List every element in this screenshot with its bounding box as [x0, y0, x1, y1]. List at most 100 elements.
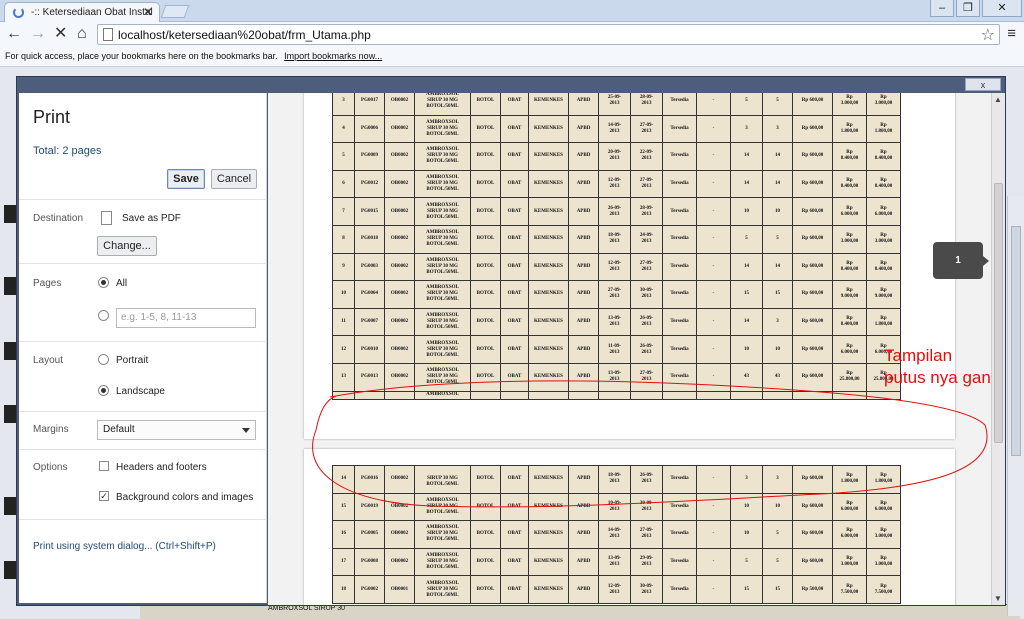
pages-range-input[interactable]: e.g. 1-5, 8, 11-13 — [116, 308, 256, 328]
portrait-radio[interactable] — [98, 354, 109, 365]
save-button[interactable]: Save — [167, 169, 205, 189]
cancel-button[interactable]: Cancel — [211, 169, 257, 189]
headers-footers-checkbox[interactable] — [99, 461, 109, 471]
page-number-badge: 1 — [933, 242, 989, 279]
cell-dana: APBD — [568, 520, 599, 549]
home-button[interactable]: ⌂ — [77, 24, 87, 44]
minimize-button[interactable]: – — [930, 0, 954, 17]
cell-tgl2: 27-09- 2013 — [630, 169, 663, 199]
import-bookmarks-link[interactable]: Import bookmarks now... — [284, 51, 382, 61]
loading-spinner-icon — [13, 7, 24, 18]
menu-icon[interactable]: ≡ — [1007, 25, 1016, 42]
cell-q2: 5 — [762, 520, 793, 549]
cell-no: 5 — [332, 142, 355, 171]
change-destination-button[interactable]: Change... — [97, 236, 157, 256]
pages-all-radio[interactable] — [98, 277, 109, 288]
cell-id: PG0009 — [354, 142, 385, 171]
cell-dana: APBD — [568, 224, 599, 254]
cell-status: Tersedia — [662, 252, 697, 282]
cell-q1: 14 — [730, 169, 763, 199]
system-dialog-link[interactable]: Print using system dialog... (Ctrl+Shift… — [33, 541, 216, 552]
cell-tot1: Rp 6.000,00 — [832, 520, 867, 549]
cell-tot2: Rp 8.400,00 — [866, 169, 901, 199]
cell-dana: APBD — [568, 252, 599, 282]
cell-q1: 14 — [730, 307, 763, 337]
margins-value: Default — [103, 424, 135, 435]
cut-row-label: AMBROXSOL — [414, 390, 471, 400]
preview-scrollbar-thumb[interactable] — [994, 183, 1003, 443]
background-table-strip: AMBROXSOL SIRUP 30 — [140, 604, 1020, 619]
cell-status: Tersedia — [662, 169, 697, 199]
cell-no: 14 — [332, 465, 355, 494]
cell-dana: APBD — [568, 492, 599, 522]
cell-harga: Rp 600,00 — [792, 362, 833, 392]
new-tab-button[interactable] — [160, 5, 190, 18]
margins-select[interactable]: Default — [97, 420, 256, 440]
cell-nama: AMBROXSOL SIRUP 30 MG BOTOL/50ML — [414, 93, 471, 116]
cell-dana: APBD — [568, 335, 599, 364]
cell-harga: Rp 600,00 — [792, 93, 833, 116]
cell-nama: AMBROXSOL SIRUP 30 MG BOTOL/50ML — [414, 307, 471, 337]
cell-q1: 3 — [730, 465, 763, 494]
table-row-cut: AMBROXSOL — [332, 390, 901, 400]
bookmark-star-icon[interactable]: ☆ — [981, 25, 995, 45]
address-bar[interactable]: localhost/ketersediaan%20obat/frm_Utama.… — [97, 24, 1000, 45]
pages-label: Pages — [33, 278, 62, 289]
cell-jenis: OBAT — [500, 307, 529, 337]
cell-ket: - — [696, 492, 731, 522]
cell-sat: BOTOL — [470, 114, 501, 144]
table-row: 3 PG0017 OB0002 AMBROXSOL SIRUP 30 MG BOTOL/5… — [332, 93, 901, 116]
stop-button[interactable]: ✕ — [54, 24, 67, 44]
preview-page-1: 3 PG0017 OB0002 AMBROXSOL SIRUP 30 MG BOTOL/5… — [304, 93, 955, 439]
cell-sat: BOTOL — [470, 362, 501, 392]
back-button[interactable]: ← — [6, 24, 22, 44]
cell-q1: 3 — [730, 114, 763, 144]
cell-tgl1: 12-09- 2013 — [598, 169, 631, 199]
cell-jenis: OBAT — [500, 280, 529, 309]
cell-kode: OB0002 — [384, 197, 415, 226]
preview-table-page-2: 14 PG0016 OB0002 SIRUP 30 MG BOTOL/50ML BOTOL… — [332, 465, 901, 604]
dialog-close-button[interactable]: x — [965, 78, 1001, 91]
cell-nama: AMBROXSOL SIRUP 30 MG BOTOL/50ML — [414, 362, 471, 392]
total-pages: Total: 2 pages — [33, 145, 102, 157]
cell-sumber: KEMENKES — [528, 465, 569, 494]
cell-q2: 10 — [762, 335, 793, 364]
forward-button[interactable]: → — [30, 24, 46, 44]
cell-tot2: Rp 3.000,00 — [866, 93, 901, 116]
cell-tgl2: 26-09- 2013 — [630, 465, 663, 494]
page-scrollbar-thumb[interactable] — [1011, 226, 1021, 456]
cell-dana: APBD — [568, 575, 599, 604]
browser-tab[interactable]: -:: Ketersediaan Obat Instal ✕ — [4, 2, 160, 22]
cell-harga: Rp 600,00 — [792, 335, 833, 364]
page-scrollbar[interactable] — [1007, 196, 1024, 616]
cell-jenis: OBAT — [500, 252, 529, 282]
close-window-button[interactable]: ✕ — [982, 0, 1022, 17]
cell-dana: APBD — [568, 465, 599, 494]
cell-sat: BOTOL — [470, 224, 501, 254]
cell-tgl2: 30-09- 2013 — [630, 280, 663, 309]
pages-custom-radio[interactable] — [98, 310, 109, 321]
cell-sat: BOTOL — [470, 280, 501, 309]
cell-tot1: Rp 8.400,00 — [832, 252, 867, 282]
background-label: Background colors and images — [116, 492, 254, 503]
cell-tgl1: 27-09- 2013 — [598, 280, 631, 309]
cell-tgl2: 27-09- 2013 — [630, 252, 663, 282]
cell-sat: BOTOL — [470, 492, 501, 522]
tab-close-icon[interactable]: ✕ — [143, 5, 153, 19]
maximize-button[interactable]: ❐ — [956, 0, 980, 17]
cell-kode: OB0002 — [384, 93, 415, 116]
cell-q2: 3 — [762, 307, 793, 337]
cell-sat: BOTOL — [470, 575, 501, 604]
cell-q1: 14 — [730, 252, 763, 282]
cell-jenis: OBAT — [500, 169, 529, 199]
cell-dana: APBD — [568, 142, 599, 171]
cell-id: PG0004 — [354, 280, 385, 309]
cell-dana: APBD — [568, 362, 599, 392]
background-checkbox[interactable]: ✓ — [99, 491, 109, 501]
cell-nama: AMBROXSOL SIRUP 30 MG BOTOL/50ML — [414, 335, 471, 364]
cell-tgl1: 20-09- 2013 — [598, 142, 631, 171]
landscape-radio[interactable] — [98, 385, 109, 396]
cell-harga: Rp 600,00 — [792, 197, 833, 226]
pdf-file-icon — [101, 211, 112, 225]
cell-ket: - — [696, 142, 731, 171]
